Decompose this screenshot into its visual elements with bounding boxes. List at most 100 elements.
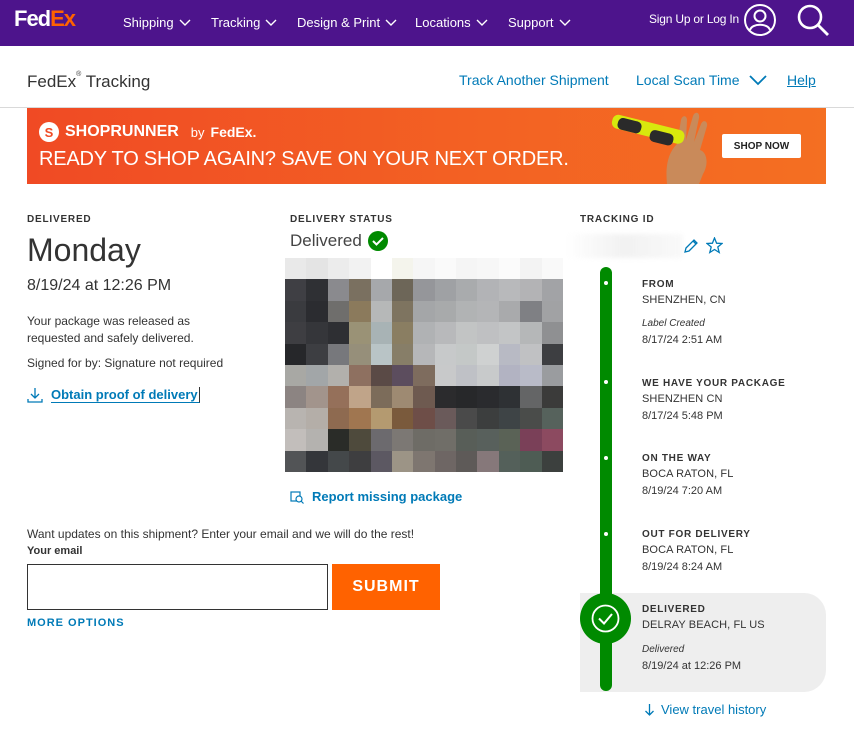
photo-pixel bbox=[498, 364, 521, 387]
shoprunner-brand: SHOPRUNNER bbox=[65, 123, 179, 140]
photo-pixel bbox=[391, 429, 414, 451]
photo-pixel bbox=[477, 343, 499, 365]
sign-up-log-in-link[interactable]: Sign Up or Log In bbox=[649, 12, 739, 26]
photo-pixel bbox=[498, 343, 521, 365]
photo-pixel bbox=[520, 343, 542, 365]
photo-pixel bbox=[349, 258, 371, 280]
photo-pixel bbox=[541, 364, 563, 387]
photo-pixel bbox=[370, 429, 392, 451]
delivery-status-label: DELIVERY STATUS bbox=[290, 214, 393, 225]
nav-tracking[interactable]: Tracking bbox=[211, 12, 278, 32]
photo-pixel bbox=[520, 322, 542, 344]
photo-pixel bbox=[306, 429, 328, 451]
report-missing-package-link[interactable]: Report missing package bbox=[290, 489, 462, 504]
photo-pixel bbox=[349, 386, 371, 408]
event-time: 8/19/24 at 12:26 PM bbox=[642, 660, 742, 672]
track-another-shipment-link[interactable]: Track Another Shipment bbox=[459, 72, 609, 88]
event-title: FROM bbox=[642, 279, 675, 290]
check-circle-icon bbox=[367, 231, 388, 251]
photo-pixel bbox=[370, 322, 392, 344]
report-missing-label: Report missing package bbox=[312, 489, 463, 504]
delivered-check-circle-icon bbox=[580, 593, 631, 644]
photo-pixel bbox=[456, 343, 478, 365]
photo-pixel bbox=[520, 279, 542, 301]
help-link[interactable]: Help bbox=[787, 72, 816, 88]
event-location: DELRAY BEACH, FL US bbox=[642, 619, 765, 631]
user-circle-icon[interactable] bbox=[743, 3, 777, 37]
photo-pixel bbox=[413, 364, 435, 387]
sunglasses-hand-illustration bbox=[611, 112, 708, 184]
chevron-down-icon bbox=[559, 19, 571, 26]
timeline-dot bbox=[604, 532, 608, 536]
photo-pixel bbox=[306, 407, 328, 430]
photo-pixel bbox=[477, 429, 499, 451]
package-search-icon bbox=[290, 490, 304, 504]
photo-pixel bbox=[456, 364, 478, 387]
photo-pixel bbox=[391, 279, 414, 301]
nav-design-print[interactable]: Design & Print bbox=[297, 12, 398, 32]
photo-pixel bbox=[370, 258, 392, 280]
photo-pixel bbox=[327, 343, 350, 365]
photo-pixel bbox=[477, 450, 499, 472]
photo-pixel bbox=[541, 407, 563, 430]
nav-support[interactable]: Support bbox=[508, 12, 572, 32]
photo-pixel bbox=[434, 258, 457, 280]
banner-headline: READY TO SHOP AGAIN? SAVE ON YOUR NEXT O… bbox=[39, 148, 569, 170]
photo-pixel bbox=[434, 300, 457, 323]
nav-tracking-label: Tracking bbox=[211, 14, 261, 30]
photo-pixel bbox=[391, 258, 414, 280]
photo-pixel bbox=[349, 322, 371, 344]
photo-pixel bbox=[477, 300, 499, 323]
photo-pixel bbox=[327, 300, 350, 323]
event-location: SHENZHEN CN bbox=[642, 393, 723, 405]
photo-pixel bbox=[456, 429, 478, 451]
submit-button[interactable]: SUBMIT bbox=[332, 564, 440, 610]
shop-now-button[interactable]: SHOP NOW bbox=[722, 134, 801, 158]
photo-pixel bbox=[541, 386, 563, 408]
view-travel-history-link[interactable]: View travel history bbox=[644, 702, 766, 717]
event-note: Label Created bbox=[642, 318, 705, 329]
email-field[interactable] bbox=[27, 564, 328, 610]
photo-pixel bbox=[285, 258, 307, 280]
photo-pixel bbox=[520, 258, 542, 280]
photo-pixel bbox=[285, 279, 307, 301]
search-icon[interactable] bbox=[795, 2, 831, 38]
star-icon[interactable] bbox=[706, 237, 723, 254]
your-email-label: Your email bbox=[27, 545, 83, 557]
photo-pixel bbox=[391, 407, 414, 430]
photo-pixel bbox=[520, 300, 542, 323]
event-time: 8/17/24 2:51 AM bbox=[642, 334, 723, 346]
photo-pixel bbox=[456, 386, 478, 408]
photo-pixel bbox=[456, 322, 478, 344]
delivery-photo-pixelated[interactable] bbox=[285, 258, 563, 472]
photo-pixel bbox=[285, 407, 307, 430]
photo-pixel bbox=[434, 279, 457, 301]
photo-pixel bbox=[498, 258, 521, 280]
released-message: Your package was released as requested a… bbox=[27, 314, 194, 345]
photo-pixel bbox=[541, 300, 563, 323]
photo-pixel bbox=[327, 386, 350, 408]
nav-shipping[interactable]: Shipping bbox=[123, 12, 192, 32]
photo-pixel bbox=[456, 300, 478, 323]
event-title: WE HAVE YOUR PACKAGE bbox=[642, 378, 786, 389]
photo-pixel bbox=[306, 258, 328, 280]
photo-pixel bbox=[413, 258, 435, 280]
nav-locations[interactable]: Locations bbox=[415, 12, 489, 32]
photo-pixel bbox=[306, 343, 328, 365]
photo-pixel bbox=[413, 386, 435, 408]
pencil-icon[interactable] bbox=[683, 238, 699, 254]
photo-pixel bbox=[520, 450, 542, 472]
local-scan-time-dropdown[interactable]: Local Scan Time bbox=[636, 72, 768, 88]
chevron-down-icon bbox=[179, 19, 191, 26]
obtain-proof-of-delivery-link[interactable]: Obtain proof of delivery bbox=[27, 384, 200, 406]
photo-pixel bbox=[327, 364, 350, 387]
shoprunner-promo-banner[interactable]: S SHOPRUNNER by FedEx. READY TO SHOP AGA… bbox=[27, 108, 826, 184]
photo-pixel bbox=[498, 429, 521, 451]
fedex-logo[interactable]: FedEx bbox=[14, 6, 76, 32]
timeline-dot bbox=[604, 456, 608, 460]
photo-pixel bbox=[391, 322, 414, 344]
photo-pixel bbox=[477, 322, 499, 344]
more-options-link[interactable]: MORE OPTIONS bbox=[27, 617, 125, 629]
photo-pixel bbox=[541, 258, 563, 280]
photo-pixel bbox=[434, 429, 457, 451]
